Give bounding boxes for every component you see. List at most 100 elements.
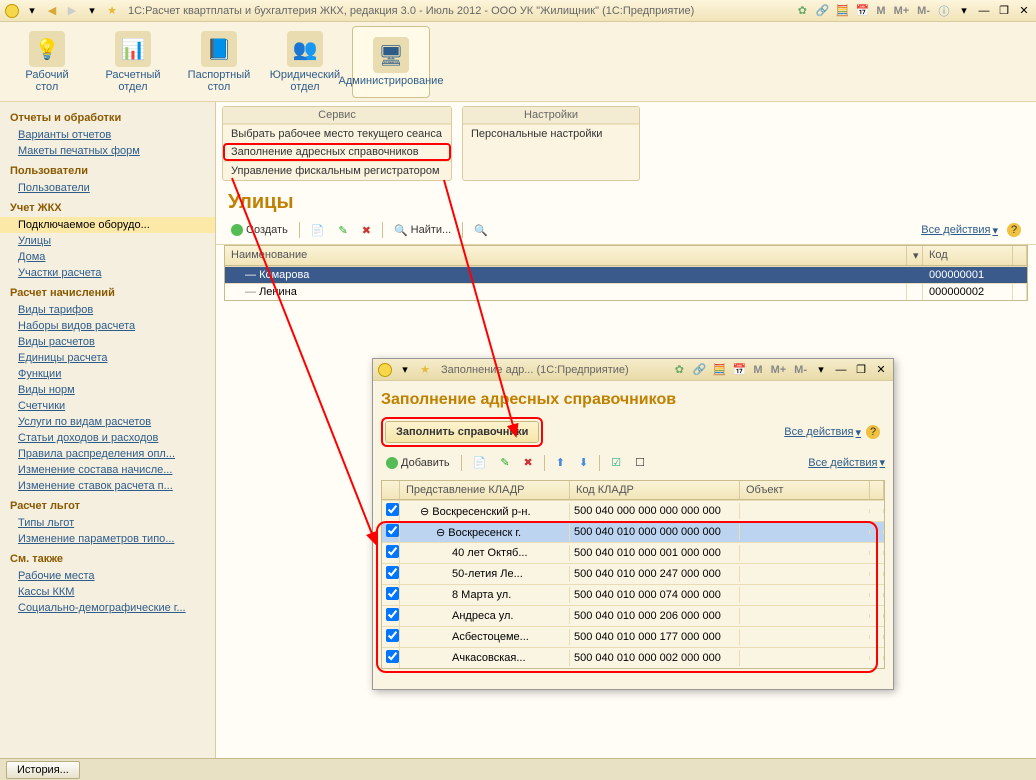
- sidebar-item[interactable]: Единицы расчета: [0, 350, 215, 366]
- dialog-mminus-icon[interactable]: M-: [794, 364, 807, 376]
- calc-icon[interactable]: 🧮: [834, 3, 850, 19]
- add-button[interactable]: Добавить: [381, 454, 455, 472]
- col-header[interactable]: Представление КЛАДР: [400, 481, 570, 499]
- sidebar-item[interactable]: Виды тарифов: [0, 302, 215, 318]
- sidebar-item[interactable]: Типы льгот: [0, 515, 215, 531]
- sidebar-item[interactable]: Кассы ККМ: [0, 584, 215, 600]
- maximize-icon[interactable]: ❐: [996, 3, 1012, 19]
- table-row[interactable]: Ачкасовская...500 040 010 000 002 000 00…: [382, 647, 884, 668]
- m-delete-button[interactable]: ✖: [519, 453, 538, 472]
- section-tab-passport[interactable]: 📘Паспортныйстол: [180, 26, 258, 98]
- section-tab-admin[interactable]: 🖥Администрирование: [352, 26, 430, 98]
- dialog-max-icon[interactable]: ❐: [853, 362, 869, 378]
- col-header[interactable]: Объект: [740, 481, 870, 499]
- delete-button[interactable]: ✖: [357, 221, 376, 240]
- dialog-mplus-icon[interactable]: M+: [771, 364, 787, 376]
- dialog-min-icon[interactable]: —: [833, 362, 849, 378]
- sidebar-item[interactable]: Улицы: [0, 233, 215, 249]
- panel-item[interactable]: Заполнение адресных справочников: [223, 143, 451, 161]
- panel-item[interactable]: Выбрать рабочее место текущего сеанса: [223, 124, 451, 143]
- all-actions-link[interactable]: Все действия ▾: [921, 224, 998, 237]
- col-header[interactable]: Код: [923, 246, 1013, 265]
- m-minus-icon[interactable]: M-: [917, 5, 930, 17]
- table-row[interactable]: Асбестоцеме...500 040 010 000 177 000 00…: [382, 626, 884, 647]
- nav-back-icon[interactable]: ◀: [44, 3, 60, 19]
- row-checkbox[interactable]: [386, 545, 399, 558]
- minimize-icon[interactable]: —: [976, 3, 992, 19]
- sidebar-item[interactable]: Правила распределения опл...: [0, 446, 215, 462]
- table-row[interactable]: Андреса ул.500 040 010 000 206 000 000: [382, 605, 884, 626]
- sidebar-item[interactable]: Изменение параметров типо...: [0, 531, 215, 547]
- nav-fwd-icon[interactable]: ▶: [64, 3, 80, 19]
- panel-item[interactable]: Управление фискальным регистратором: [223, 161, 451, 180]
- sidebar-item[interactable]: Участки расчета: [0, 265, 215, 281]
- dialog-all-actions[interactable]: Все действия ▾: [784, 426, 861, 439]
- help-button[interactable]: ?: [1002, 220, 1026, 240]
- info-icon[interactable]: ⓘ: [936, 3, 952, 19]
- sidebar-item[interactable]: Услуги по видам расчетов: [0, 414, 215, 430]
- table-row[interactable]: — Ленина000000002: [225, 283, 1027, 300]
- table-row[interactable]: 40 лет Октяб...500 040 010 000 001 000 0…: [382, 542, 884, 563]
- sidebar-item[interactable]: Виды норм: [0, 382, 215, 398]
- col-check[interactable]: [382, 481, 400, 499]
- section-tab-calc-dept[interactable]: 📊Расчетныйотдел: [94, 26, 172, 98]
- dialog-help-button[interactable]: ?: [861, 422, 885, 442]
- dialog-close-icon[interactable]: ✕: [873, 362, 889, 378]
- streets-grid[interactable]: Наименование▾Код— Комарова000000001— Лен…: [224, 245, 1028, 301]
- sidebar-item[interactable]: Счетчики: [0, 398, 215, 414]
- dropdown-icon[interactable]: ▾: [24, 3, 40, 19]
- dropdown2-icon[interactable]: ▾: [84, 3, 100, 19]
- section-tab-desktop[interactable]: 💡Рабочийстол: [8, 26, 86, 98]
- dialog-cal-icon[interactable]: 📅: [731, 362, 747, 378]
- sidebar-item[interactable]: Функции: [0, 366, 215, 382]
- row-checkbox[interactable]: [386, 608, 399, 621]
- dialog-dd2-icon[interactable]: ▾: [813, 362, 829, 378]
- m-icon[interactable]: M: [876, 5, 885, 17]
- edit-button[interactable]: ✎: [334, 221, 353, 240]
- sidebar-item[interactable]: Статьи доходов и расходов: [0, 430, 215, 446]
- row-checkbox[interactable]: [386, 629, 399, 642]
- row-checkbox[interactable]: [386, 566, 399, 579]
- copy-button[interactable]: 📄: [306, 221, 330, 240]
- sidebar-item[interactable]: Макеты печатных форм: [0, 143, 215, 159]
- row-checkbox[interactable]: [386, 503, 399, 516]
- panel-item[interactable]: Персональные настройки: [463, 124, 639, 143]
- col-header[interactable]: Код КЛАДР: [570, 481, 740, 499]
- sidebar-item[interactable]: Виды расчетов: [0, 334, 215, 350]
- sidebar-item[interactable]: Варианты отчетов: [0, 127, 215, 143]
- dialog-link-icon[interactable]: 🔗: [691, 362, 707, 378]
- move-up-button[interactable]: ⬆: [551, 453, 570, 472]
- table-row[interactable]: ⊖ Воскресенск г.500 040 010 000 000 000 …: [382, 521, 884, 542]
- row-checkbox[interactable]: [386, 587, 399, 600]
- sidebar-item[interactable]: Социально-демографические г...: [0, 600, 215, 616]
- row-checkbox[interactable]: [386, 650, 399, 663]
- sidebar-item[interactable]: Подключаемое оборудо...: [0, 217, 215, 233]
- fav-add-icon[interactable]: ✿: [794, 3, 810, 19]
- uncheck-all-button[interactable]: ☐: [630, 453, 650, 472]
- dialog-fav-icon[interactable]: ✿: [671, 362, 687, 378]
- fill-button[interactable]: Заполнить справочники: [385, 421, 539, 443]
- calendar-icon[interactable]: 📅: [854, 3, 870, 19]
- link-icon[interactable]: 🔗: [814, 3, 830, 19]
- find-button[interactable]: 🔍Найти...: [389, 221, 456, 240]
- kladr-grid[interactable]: Представление КЛАДРКод КЛАДРОбъект ⊖ Воск…: [381, 480, 885, 669]
- dialog-all-actions2[interactable]: Все действия ▾: [808, 456, 885, 469]
- row-checkbox[interactable]: [386, 524, 399, 537]
- col-header[interactable]: Наименование: [225, 246, 907, 265]
- move-down-button[interactable]: ⬇: [574, 453, 593, 472]
- table-row[interactable]: 50-летия Ле...500 040 010 000 247 000 00…: [382, 563, 884, 584]
- close-icon[interactable]: ✕: [1016, 3, 1032, 19]
- dialog-star-icon[interactable]: ★: [417, 362, 433, 378]
- sidebar-item[interactable]: Дома: [0, 249, 215, 265]
- m-edit-button[interactable]: ✎: [495, 453, 514, 472]
- dialog-m-icon[interactable]: M: [753, 364, 762, 376]
- clear-filter-button[interactable]: 🔍: [469, 221, 493, 240]
- table-row[interactable]: — Комарова000000001: [225, 266, 1027, 283]
- m-copy-button[interactable]: 📄: [468, 453, 492, 472]
- star-icon[interactable]: ★: [104, 3, 120, 19]
- sidebar-item[interactable]: Наборы видов расчета: [0, 318, 215, 334]
- dialog-calc-icon[interactable]: 🧮: [711, 362, 727, 378]
- create-button[interactable]: Создать: [226, 221, 293, 239]
- m-plus-icon[interactable]: M+: [894, 5, 910, 17]
- sidebar-item[interactable]: Изменение ставок расчета п...: [0, 478, 215, 494]
